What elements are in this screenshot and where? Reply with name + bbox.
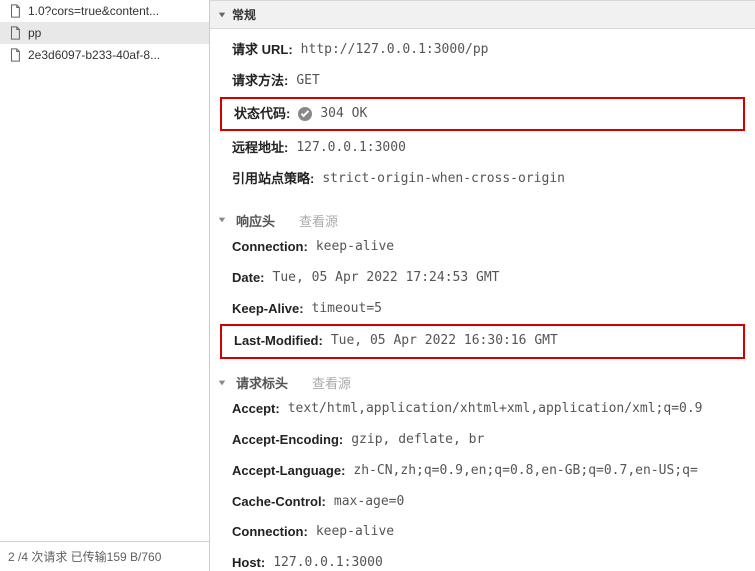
host-value: 127.0.0.1:3000	[273, 553, 383, 571]
last-modified-row: Last-Modified: Tue, 05 Apr 2022 16:30:16…	[220, 324, 745, 359]
disclosure-triangle-icon	[218, 216, 226, 224]
date-row: Date: Tue, 05 Apr 2022 17:24:53 GMT	[210, 263, 755, 294]
last-modified-value: Tue, 05 Apr 2022 16:30:16 GMT	[331, 331, 558, 352]
file-icon	[8, 48, 22, 62]
request-headers-header[interactable]: 请求标头 查看源	[210, 371, 755, 394]
connection-req-row: Connection: keep-alive	[210, 517, 755, 548]
view-source-link[interactable]: 查看源	[312, 373, 351, 392]
status-code-row: 状态代码: 304 OK	[220, 97, 745, 132]
request-method-value: GET	[296, 71, 319, 92]
connection-req-value: keep-alive	[316, 522, 394, 543]
connection-value: keep-alive	[316, 237, 394, 258]
referrer-policy-label: 引用站点策略:	[232, 169, 314, 190]
status-code-value: 304 OK	[320, 104, 367, 125]
remote-address-value: 127.0.0.1:3000	[296, 138, 406, 159]
general-title: 常规	[232, 6, 256, 23]
request-url-value: http://127.0.0.1:3000/pp	[301, 40, 489, 61]
keepalive-value: timeout=5	[312, 299, 382, 320]
sidebar-item-label: pp	[28, 26, 41, 40]
remote-address-row: 远程地址: 127.0.0.1:3000	[210, 133, 755, 164]
keepalive-label: Keep-Alive:	[232, 299, 304, 320]
host-label: Host:	[232, 553, 265, 571]
accept-language-label: Accept-Language:	[232, 461, 345, 482]
remote-address-label: 远程地址:	[232, 138, 288, 159]
request-url-row: 请求 URL: http://127.0.0.1:3000/pp	[210, 35, 755, 66]
response-headers-title: 响应头	[236, 211, 275, 230]
accept-encoding-value: gzip, deflate, br	[351, 430, 484, 451]
cache-control-value: max-age=0	[334, 492, 404, 513]
keepalive-row: Keep-Alive: timeout=5	[210, 294, 755, 325]
sidebar-item-request[interactable]: 2e3d6097-b233-40af-8...	[0, 44, 209, 66]
accept-language-value: zh-CN,zh;q=0.9,en;q=0.8,en-GB;q=0.7,en-U…	[353, 461, 697, 482]
date-label: Date:	[232, 268, 265, 289]
accept-language-row: Accept-Language: zh-CN,zh;q=0.9,en;q=0.8…	[210, 456, 755, 487]
file-icon	[8, 4, 22, 18]
general-section-header[interactable]: 常规	[210, 0, 755, 29]
request-method-row: 请求方法: GET	[210, 66, 755, 97]
general-body: 请求 URL: http://127.0.0.1:3000/pp 请求方法: G…	[210, 29, 755, 201]
connection-req-label: Connection:	[232, 522, 308, 543]
details-panel: 常规 请求 URL: http://127.0.0.1:3000/pp 请求方法…	[210, 0, 755, 571]
status-code-label: 状态代码:	[234, 104, 290, 125]
cache-control-row: Cache-Control: max-age=0	[210, 487, 755, 518]
request-url-label: 请求 URL:	[232, 40, 293, 61]
view-source-link[interactable]: 查看源	[299, 211, 338, 230]
sidebar-item-request[interactable]: 1.0?cors=true&content...	[0, 0, 209, 22]
last-modified-label: Last-Modified:	[234, 331, 323, 352]
accept-encoding-label: Accept-Encoding:	[232, 430, 343, 451]
cache-control-label: Cache-Control:	[232, 492, 326, 513]
file-icon	[8, 26, 22, 40]
disclosure-triangle-icon	[218, 11, 226, 19]
status-text: 2 /4 次请求 已传输159 B/760	[8, 550, 161, 564]
connection-row: Connection: keep-alive	[210, 232, 755, 263]
accept-row: Accept: text/html,application/xhtml+xml,…	[210, 394, 755, 425]
disclosure-triangle-icon	[218, 379, 226, 387]
connection-label: Connection:	[232, 237, 308, 258]
sidebar-item-label: 2e3d6097-b233-40af-8...	[28, 48, 160, 62]
request-list: 1.0?cors=true&content... pp 2e3d6097-b23…	[0, 0, 209, 541]
status-bar: 2 /4 次请求 已传输159 B/760	[0, 541, 209, 571]
referrer-policy-value: strict-origin-when-cross-origin	[322, 169, 565, 190]
sidebar-item-label: 1.0?cors=true&content...	[28, 4, 159, 18]
date-value: Tue, 05 Apr 2022 17:24:53 GMT	[273, 268, 500, 289]
accept-value: text/html,application/xhtml+xml,applicat…	[288, 399, 703, 420]
request-method-label: 请求方法:	[232, 71, 288, 92]
sidebar-item-request[interactable]: pp	[0, 22, 209, 44]
response-headers-section: 响应头 查看源 Connection: keep-alive Date: Tue…	[210, 201, 755, 363]
accept-encoding-row: Accept-Encoding: gzip, deflate, br	[210, 425, 755, 456]
sidebar: 1.0?cors=true&content... pp 2e3d6097-b23…	[0, 0, 210, 571]
referrer-policy-row: 引用站点策略: strict-origin-when-cross-origin	[210, 164, 755, 195]
accept-label: Accept:	[232, 399, 280, 420]
status-ok-icon	[298, 107, 312, 121]
host-row: Host: 127.0.0.1:3000	[210, 548, 755, 571]
response-headers-header[interactable]: 响应头 查看源	[210, 209, 755, 232]
request-headers-title: 请求标头	[236, 373, 288, 392]
request-headers-section: 请求标头 查看源 Accept: text/html,application/x…	[210, 363, 755, 571]
